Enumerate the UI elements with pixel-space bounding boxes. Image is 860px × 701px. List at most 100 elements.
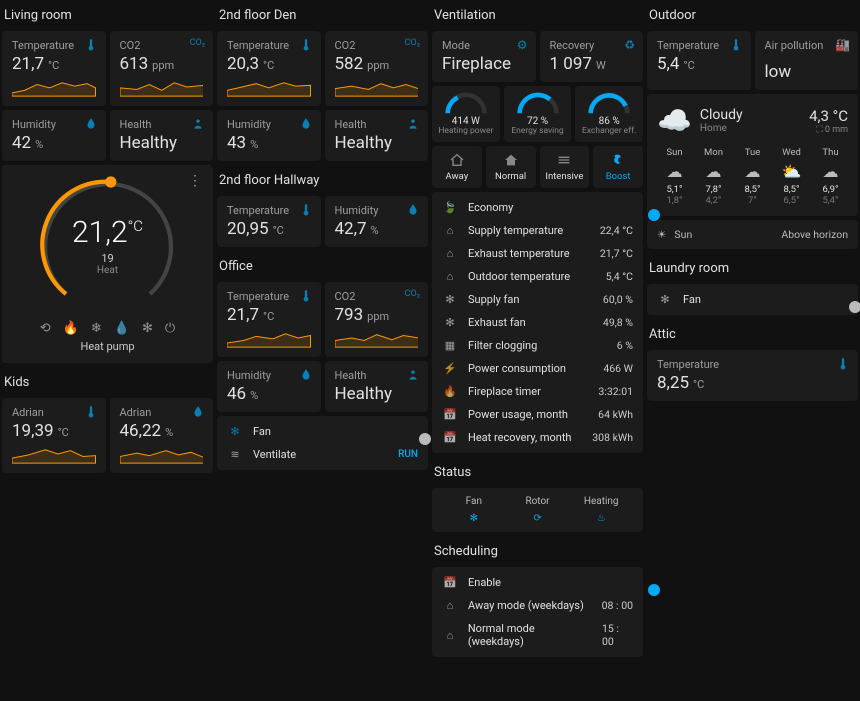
water-icon — [299, 368, 313, 382]
person-icon — [406, 368, 420, 382]
vent-row[interactable]: 🔥Fireplace timer3:32:01 — [442, 380, 633, 403]
sparkline — [120, 443, 204, 465]
den-humidity[interactable]: Humidity 43% — [217, 110, 321, 161]
hvac-modes: ⟲ 🔥 ❄ 💧 ✻ ⏻ — [40, 321, 175, 336]
sparkline — [227, 327, 311, 349]
sched-enable[interactable]: 📅 Enable — [442, 571, 633, 594]
office-temp[interactable]: Temperature 21,7°C — [217, 282, 321, 357]
thermometer-icon — [299, 38, 313, 52]
factory-icon: 🏭 — [835, 38, 850, 52]
sparkline — [12, 76, 96, 98]
outdoor-air[interactable]: 🏭 Air pollution low — [755, 31, 859, 90]
section-office: Office — [217, 251, 428, 278]
tab-normal[interactable]: Normal — [486, 146, 536, 188]
den-temp[interactable]: Temperature 20,3°C — [217, 31, 321, 106]
sparkline — [120, 76, 204, 98]
living-humidity[interactable]: Humidity 42% — [2, 110, 106, 161]
fan-row[interactable]: ✻ Fan — [227, 420, 418, 443]
living-co2[interactable]: CO₂ CO2 613ppm — [110, 31, 214, 106]
thermostat[interactable]: ⋮ 21,2°C 19 Heat ⟲ 🔥 ❄ 💧 ✻ ⏻ Heat pump — [2, 165, 213, 363]
home-icon: ⌂ — [442, 629, 458, 642]
section-kids: Kids — [2, 367, 213, 394]
vent-row[interactable]: ⌂Outdoor temperature5,4 °C — [442, 265, 633, 288]
office-controls: ✻ Fan ≋ Ventilate RUN — [217, 416, 428, 470]
living-temp[interactable]: Temperature 21,7°C — [2, 31, 106, 106]
power-icon[interactable]: ⏻ — [165, 321, 175, 336]
vent-row[interactable]: ⚡Power consumption466 W — [442, 357, 633, 380]
water-icon — [406, 203, 420, 217]
co2-icon: CO₂ — [405, 38, 420, 48]
vent-row[interactable]: 📅Power usage, month64 kWh — [442, 403, 633, 426]
gauge-exchanger[interactable]: 86 % Exchanger eff. — [575, 86, 643, 142]
kids-hum[interactable]: Adrian 46,22% — [110, 398, 214, 473]
thermometer-icon — [84, 405, 98, 419]
vent-row[interactable]: ⌂Supply temperature22,4 °C — [442, 219, 633, 242]
fan-icon: ✻ — [470, 513, 478, 524]
tab-away[interactable]: Away — [432, 146, 482, 188]
forecast-day: Sun☁5,1°1,8° — [657, 147, 692, 206]
vent-row[interactable]: ✻Exhaust fan49,8 % — [442, 311, 633, 334]
section-living: Living room — [2, 0, 213, 27]
snowflake-icon[interactable]: ❄ — [91, 321, 102, 336]
refresh-icon[interactable]: ⟲ — [40, 321, 51, 336]
vent-row[interactable]: ⌂Exhaust temperature21,7 °C — [442, 242, 633, 265]
thermometer-icon — [299, 203, 313, 217]
sun-row[interactable]: ☀ Sun Above horizon — [647, 220, 858, 249]
tab-intensive[interactable]: Intensive — [540, 146, 590, 188]
home-out-icon: ⌂ — [442, 247, 458, 260]
fan-icon[interactable]: ✻ — [142, 321, 153, 336]
cal-icon: 📅 — [442, 408, 458, 421]
co2-icon: CO₂ — [190, 38, 205, 48]
fan-icon: ✻ — [227, 425, 243, 438]
sun-icon: ☀ — [657, 228, 666, 241]
leaf-icon: 🍃 — [442, 201, 458, 214]
forecast-day: Wed⛅8,5°6,5° — [774, 147, 809, 206]
forecast-day: Tue☁8,5°7° — [735, 147, 770, 206]
living-health[interactable]: Health Healthy — [110, 110, 214, 161]
home-icon: ⌂ — [442, 270, 458, 283]
den-co2[interactable]: CO₂ CO2 582ppm — [325, 31, 429, 106]
flame-icon[interactable]: 🔥 — [63, 321, 79, 336]
status-card: Fan✻ Rotor⟳ Heating♨ — [432, 488, 643, 532]
laundry-fan[interactable]: ✻ Fan — [657, 288, 848, 311]
section-outdoor: Outdoor — [647, 0, 858, 27]
gauge-energy[interactable]: 72 % Energy saving — [504, 86, 572, 142]
drop-icon[interactable]: 💧 — [114, 321, 130, 336]
vent-entity-list: 🍃Economy⌂Supply temperature22,4 °C⌂Exhau… — [432, 192, 643, 453]
sparkline — [335, 76, 419, 98]
person-icon — [191, 117, 205, 131]
kids-temp[interactable]: Adrian 19,39°C — [2, 398, 106, 473]
vent-row[interactable]: ▦Filter clogging6 % — [442, 334, 633, 357]
hallway-humidity[interactable]: Humidity 42,7% — [325, 196, 429, 247]
den-health[interactable]: Health Healthy — [325, 110, 429, 161]
vent-row[interactable]: 🍃Economy — [442, 196, 633, 219]
forecast-day: Thu☁6,9°5,4° — [813, 147, 848, 206]
attic-temp[interactable]: Temperature 8,25°C — [647, 350, 858, 401]
vent-recovery[interactable]: ♻ Recovery 1 097W — [540, 31, 644, 82]
sparkline — [335, 327, 419, 349]
sched-normal[interactable]: ⌂ Normal mode (weekdays) 15 : 00 — [442, 617, 633, 653]
vent-row[interactable]: ✻Supply fan60,0 % — [442, 288, 633, 311]
office-humidity[interactable]: Humidity 46% — [217, 361, 321, 412]
gauge-heating[interactable]: 414 W Heating power — [432, 86, 500, 142]
ventilate-row[interactable]: ≋ Ventilate RUN — [227, 443, 418, 466]
more-icon[interactable]: ⋮ — [188, 173, 203, 189]
cal-icon: 📅 — [442, 431, 458, 444]
weather-card[interactable]: ☁️ Cloudy Home 4,3 °C ⛶ 0 mm Sun☁5,1°1,8… — [647, 94, 858, 216]
filter-icon: ▦ — [442, 339, 458, 352]
vent-row[interactable]: 📅Heat recovery, month308 kWh — [442, 426, 633, 449]
home-away-icon: ⌂ — [442, 599, 458, 612]
run-button[interactable]: RUN — [398, 449, 418, 460]
office-health[interactable]: Health Healthy — [325, 361, 429, 412]
section-laundry: Laundry room — [647, 253, 858, 280]
vent-gauges: 414 W Heating power 72 % Energy saving 8… — [432, 86, 643, 142]
sparkline — [12, 443, 96, 465]
office-co2[interactable]: CO₂ CO2 793ppm — [325, 282, 429, 357]
sched-away[interactable]: ⌂ Away mode (weekdays) 08 : 00 — [442, 594, 633, 617]
section-ventilation: Ventilation — [432, 0, 643, 27]
outdoor-temp[interactable]: Temperature 5,4°C — [647, 31, 751, 90]
hallway-temp[interactable]: Temperature 20,95°C — [217, 196, 321, 247]
vent-mode[interactable]: ⚙ Mode Fireplace — [432, 31, 536, 82]
section-status: Status — [432, 457, 643, 484]
tab-boost[interactable]: Boost — [593, 146, 643, 188]
